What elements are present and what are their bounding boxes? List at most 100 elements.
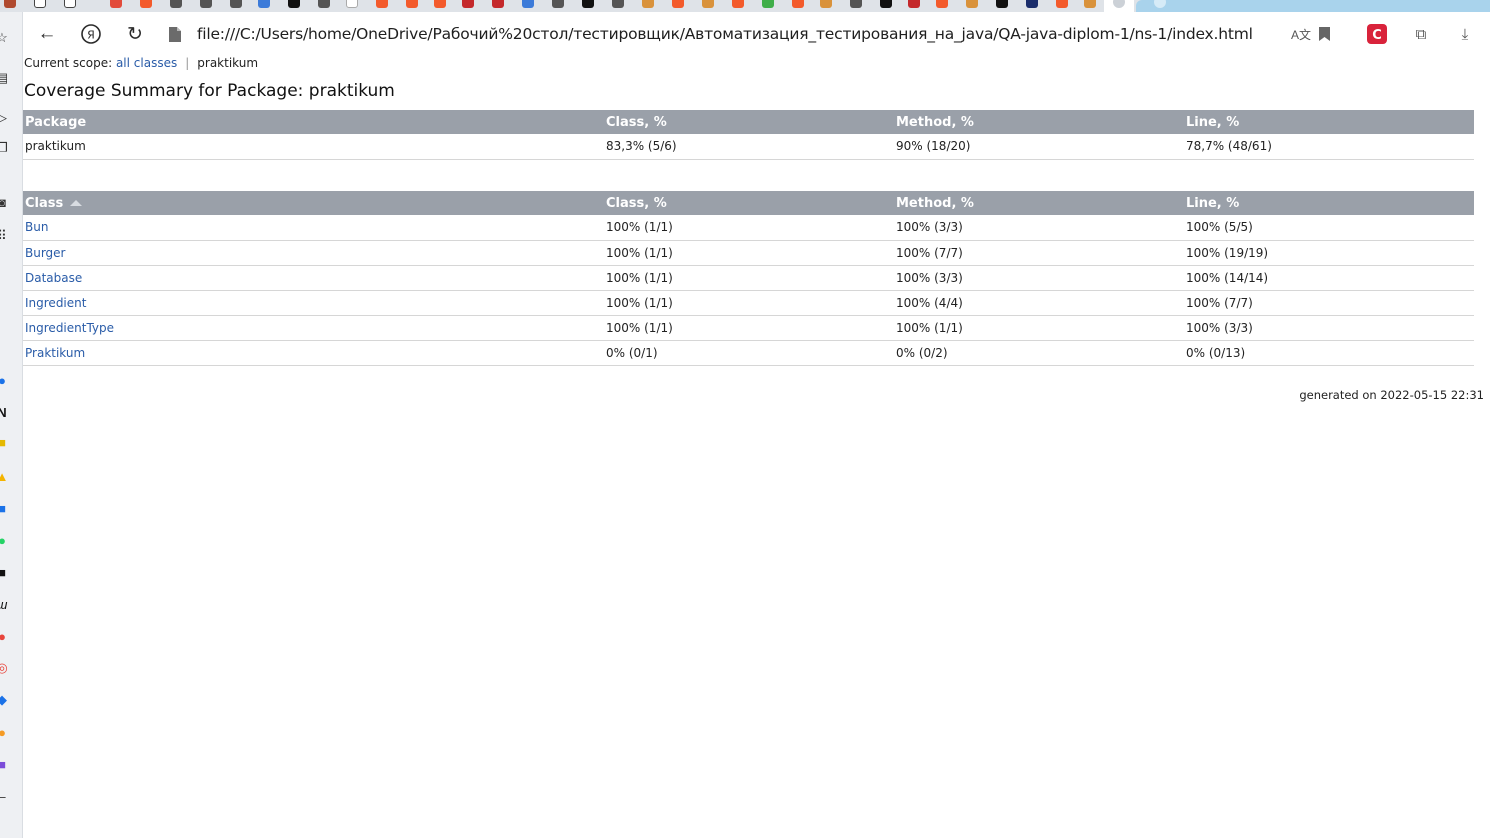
tab-favicon[interactable]	[908, 0, 920, 8]
tab-favicon[interactable]	[462, 0, 474, 8]
tab-favicon[interactable]	[1056, 0, 1068, 8]
tab-favicon[interactable]	[170, 0, 182, 8]
tab-favicon[interactable]	[140, 0, 152, 8]
header-line-percent[interactable]: Line, %	[1184, 191, 1474, 215]
side-panel: ☆ ▤ ▷ ❐ ◙ ⠿ ● N ■ ▲ ■ ● ■ ɯ ● ◎ ◆ ● ■ –	[0, 12, 23, 838]
download-icon[interactable]: ⤓	[1454, 23, 1476, 45]
tab-favicon[interactable]	[552, 0, 564, 8]
tab-favicon[interactable]	[996, 0, 1008, 8]
class-link-ingredient[interactable]: Ingredient	[25, 296, 86, 310]
line-coverage: 100% (14/14)	[1184, 265, 1474, 291]
tab-favicon[interactable]	[850, 0, 862, 8]
notion-icon[interactable]: N	[0, 402, 12, 422]
class-cell: Database	[23, 265, 604, 291]
yandex-logo-icon[interactable]: Я	[79, 22, 103, 46]
generated-timestamp: generated on 2022-05-15 22:31	[1299, 388, 1484, 402]
tab-favicon[interactable]	[880, 0, 892, 8]
tab-favicon[interactable]	[110, 0, 122, 8]
tab-favicon[interactable]	[522, 0, 534, 8]
new-tab-area[interactable]	[1136, 0, 1490, 12]
translate-icon[interactable]: A文	[1290, 23, 1312, 45]
app-icon[interactable]: ●	[0, 626, 12, 646]
class-table: Class Class, % Method, % Line, % Bun 100…	[23, 191, 1474, 366]
tab-favicon[interactable]	[672, 0, 684, 8]
url-field[interactable]: file:///C:/Users/home/OneDrive/Рабочий%2…	[197, 25, 1253, 43]
class-coverage: 100% (1/1)	[604, 240, 894, 266]
class-link-burger[interactable]: Burger	[25, 246, 66, 260]
tab-favicon[interactable]	[200, 0, 212, 8]
tab-favicon[interactable]	[318, 0, 330, 8]
class-link-ingredienttype[interactable]: IngredientType	[25, 321, 114, 335]
app-icon[interactable]: ●	[0, 722, 12, 742]
tab-favicon[interactable]	[582, 0, 594, 8]
tab-favicon[interactable]	[702, 0, 714, 8]
docs-icon[interactable]: ■	[0, 498, 12, 518]
class-link-praktikum[interactable]: Praktikum	[25, 346, 85, 360]
minus-icon[interactable]: –	[0, 786, 12, 806]
reload-icon[interactable]: ↻	[123, 22, 147, 46]
method-coverage: 100% (1/1)	[894, 315, 1184, 341]
class-link-bun[interactable]: Bun	[25, 220, 48, 234]
tab-favicon[interactable]	[612, 0, 624, 8]
class-link-database[interactable]: Database	[25, 271, 82, 285]
tab-favicon[interactable]	[4, 0, 16, 8]
page-content: Current scope: all classes | praktikum Cov…	[23, 56, 1490, 838]
tab-favicon[interactable]	[820, 0, 832, 8]
plus-icon[interactable]	[1154, 0, 1166, 8]
header-line-percent: Line, %	[1184, 110, 1474, 134]
calendar-icon[interactable]: ■	[0, 432, 12, 452]
svg-text:Я: Я	[87, 29, 95, 42]
header-method-percent[interactable]: Method, %	[894, 191, 1184, 215]
tab-favicon[interactable]	[966, 0, 978, 8]
header-class-sortable[interactable]: Class	[23, 191, 604, 215]
file-icon[interactable]	[163, 22, 187, 46]
active-tab[interactable]	[1104, 0, 1134, 12]
all-classes-link[interactable]: all classes	[116, 56, 177, 70]
drive-icon[interactable]: ▲	[0, 466, 12, 486]
tab-favicon[interactable]	[732, 0, 744, 8]
gmail-icon[interactable]: ◆	[0, 690, 12, 710]
line-coverage: 100% (19/19)	[1184, 240, 1474, 266]
line-coverage: 100% (3/3)	[1184, 315, 1474, 341]
svg-text:C: C	[1372, 28, 1382, 43]
tab-favicon[interactable]	[406, 0, 418, 8]
tab-favicon[interactable]	[346, 0, 358, 8]
header-class-percent[interactable]: Class, %	[604, 191, 894, 215]
tab-favicon[interactable]	[230, 0, 242, 8]
line-coverage: 100% (5/5)	[1184, 215, 1474, 241]
app-icon[interactable]: ■	[0, 754, 12, 774]
app-icon[interactable]: ɯ	[0, 594, 12, 614]
apps-icon[interactable]: ⠿	[0, 226, 12, 246]
sort-ascending-icon[interactable]	[70, 199, 83, 206]
star-icon[interactable]: ☆	[0, 28, 12, 48]
table-row: IngredientType 100% (1/1) 100% (1/1) 100…	[23, 315, 1474, 341]
header-class-percent: Class, %	[604, 110, 894, 134]
app-icon[interactable]: ◎	[0, 658, 12, 678]
back-arrow-icon[interactable]: ←	[35, 22, 59, 46]
copy-icon[interactable]: ❐	[0, 138, 12, 158]
table-row: Bun 100% (1/1) 100% (3/3) 100% (5/5)	[23, 215, 1474, 241]
tab-favicon[interactable]	[258, 0, 270, 8]
app-icon[interactable]: ■	[0, 562, 12, 582]
tab-favicon[interactable]	[288, 0, 300, 8]
tab-favicon[interactable]	[936, 0, 948, 8]
tab-favicon[interactable]	[434, 0, 446, 8]
header-method-percent: Method, %	[894, 110, 1184, 134]
tab-favicon[interactable]	[642, 0, 654, 8]
tab-favicon[interactable]	[34, 0, 46, 8]
tab-favicon[interactable]	[376, 0, 388, 8]
notes-icon[interactable]: ▤	[0, 68, 12, 88]
messenger-icon[interactable]: ●	[0, 370, 12, 390]
tab-favicon[interactable]	[762, 0, 774, 8]
camera-icon[interactable]: ◙	[0, 192, 12, 212]
whatsapp-icon[interactable]: ●	[0, 530, 12, 550]
tab-favicon[interactable]	[492, 0, 504, 8]
extension-icon[interactable]: C	[1366, 23, 1388, 45]
tab-favicon[interactable]	[1084, 0, 1096, 8]
bookmark-icon[interactable]	[1313, 23, 1335, 45]
tab-favicon[interactable]	[1026, 0, 1038, 8]
collections-icon[interactable]: ⧉	[1410, 23, 1432, 45]
play-icon[interactable]: ▷	[0, 108, 12, 128]
tab-favicon[interactable]	[64, 0, 76, 8]
tab-favicon[interactable]	[792, 0, 804, 8]
